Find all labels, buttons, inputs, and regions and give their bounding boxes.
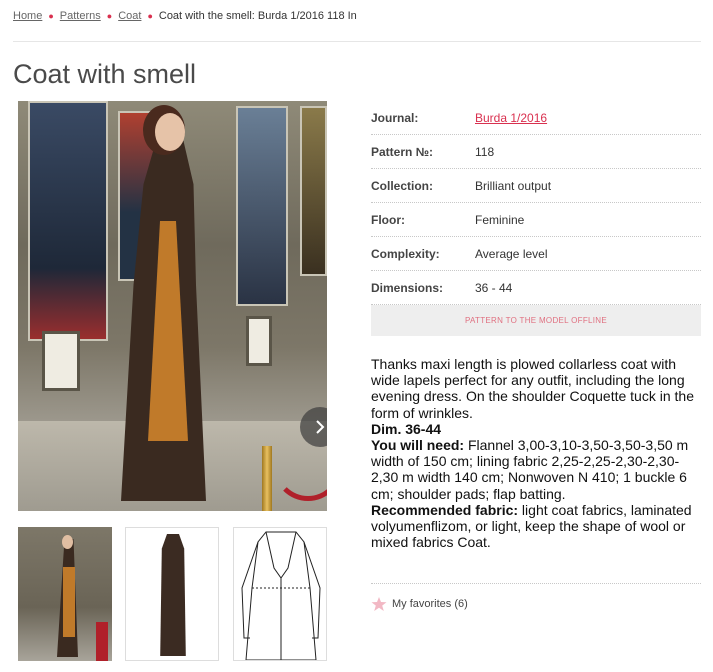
pattern-info-table: Journal: Burda 1/2016 Pattern №: 118 Col… [371, 101, 701, 305]
brass-post [262, 446, 272, 511]
description-dimensions: Dim. 36-44 [371, 420, 442, 437]
thumbnail-rope [96, 622, 108, 661]
info-row-complexity: Complexity: Average level [371, 237, 701, 271]
info-value: 36 - 44 [475, 280, 513, 295]
info-value: Average level [475, 246, 548, 261]
favorites-label: My favorites (6) [392, 598, 468, 610]
info-row-collection: Collection: Brilliant output [371, 169, 701, 203]
breadcrumb-home[interactable]: Home [13, 10, 42, 22]
page-title: Coat with smell [13, 59, 197, 89]
breadcrumb-coat[interactable]: Coat [118, 10, 141, 22]
favorites-button[interactable]: My favorites (6) [371, 596, 468, 612]
description-intro: Thanks maxi length is plowed collarless … [371, 356, 694, 421]
info-label: Journal: [371, 110, 419, 125]
info-label: Collection: [371, 178, 433, 193]
info-value: Feminine [475, 212, 525, 227]
info-label: Floor: [371, 212, 405, 227]
thumbnail-photo[interactable] [18, 527, 112, 661]
chevron-right-icon [316, 420, 325, 434]
star-icon [371, 597, 387, 611]
info-row-floor: Floor: Feminine [371, 203, 701, 237]
recommended-fabric-label: Recommended fabric: [371, 501, 519, 518]
info-value: Brilliant output [475, 178, 552, 193]
thumbnail-dress [63, 567, 75, 637]
breadcrumb-separator: ● [147, 11, 153, 21]
model-head [155, 113, 185, 151]
info-label: Complexity: [371, 246, 440, 261]
technical-drawing-image [241, 531, 321, 660]
wall-frame [246, 316, 272, 366]
divider [371, 583, 701, 584]
breadcrumb: Home ● Patterns ● Coat ● Coat with the smell: … [13, 10, 357, 22]
pattern-description: Thanks maxi length is plowed collarless … [371, 356, 705, 550]
info-label: Pattern №: [371, 144, 434, 159]
pattern-offline-button[interactable]: PATTERN TO THE MODEL OFFLINE [371, 305, 701, 336]
breadcrumb-current: Coat with the smell: Burda 1/2016 118 In [158, 10, 357, 22]
info-label: Dimensions: [371, 280, 444, 295]
background-poster [300, 106, 327, 276]
journal-link[interactable]: Burda 1/2016 [475, 111, 547, 125]
info-row-dimensions: Dimensions: 36 - 44 [371, 271, 701, 305]
breadcrumb-patterns[interactable]: Patterns [60, 10, 101, 22]
background-poster [28, 101, 108, 341]
thumbnail-head [62, 535, 73, 549]
thumbnail-flat-coat[interactable] [125, 527, 219, 661]
background-poster [236, 106, 288, 306]
wall-frame [42, 331, 80, 391]
breadcrumb-separator: ● [106, 11, 113, 21]
info-row-pattern-number: Pattern №: 118 [371, 135, 701, 169]
breadcrumb-separator: ● [48, 11, 54, 21]
info-row-journal: Journal: Burda 1/2016 [371, 101, 701, 135]
main-product-photo[interactable] [18, 101, 327, 511]
you-will-need-label: You will need: [371, 437, 465, 454]
flat-coat-image [160, 534, 186, 656]
divider [13, 41, 701, 42]
info-value: 118 [475, 144, 495, 159]
thumbnail-technical-drawing[interactable] [233, 527, 327, 661]
